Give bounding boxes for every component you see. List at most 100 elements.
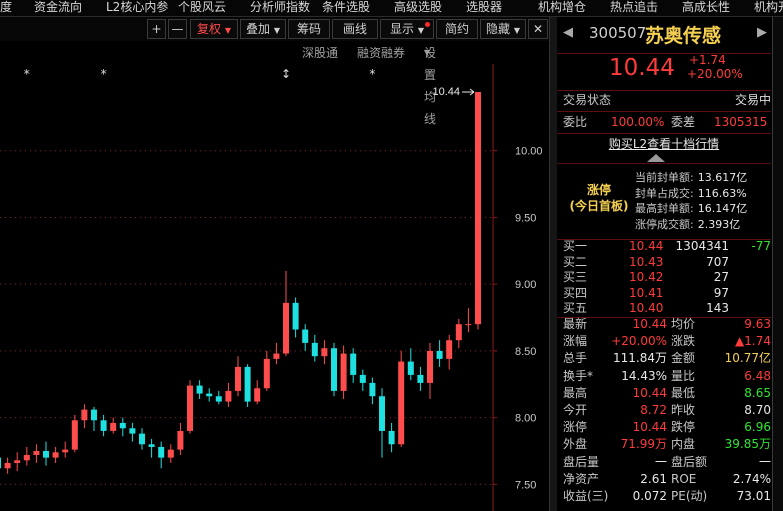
candle-body — [417, 374, 424, 383]
candle-body — [292, 302, 299, 330]
quote-value: 2.74% — [732, 471, 771, 486]
candle-body — [436, 350, 443, 359]
candle-body — [52, 452, 59, 458]
candle-body — [446, 340, 453, 359]
stock-name: 苏奥传感 — [645, 25, 722, 47]
quote-value: 111.84万 — [613, 351, 667, 366]
limit-info-line: 当前封单额: 13.617亿 — [635, 170, 747, 186]
quote-row: 收益(三) 0.072 PE(动) 73.01 — [557, 488, 771, 505]
bid-label: 买一 — [563, 239, 588, 253]
quote-label: 换手* — [563, 368, 594, 383]
menu-item-2[interactable]: L2核心内参 — [106, 0, 168, 15]
quote-value: 9.63 — [744, 317, 771, 331]
quote-value: 71.99万 — [620, 437, 667, 452]
candle-body — [340, 353, 347, 391]
quote-label: 量比 — [671, 368, 696, 383]
quote-value: 一 — [758, 454, 771, 469]
quote-label: 涨幅 — [563, 334, 588, 349]
bid-price: 10.44 — [629, 239, 664, 253]
menu-item-9[interactable]: 热点追击 — [610, 0, 658, 15]
menu-item-10[interactable]: 高成长性 — [682, 0, 730, 15]
weibi-row: 委比 100.00% 委差 1305315 — [557, 112, 771, 132]
candle-body — [196, 385, 203, 394]
notification-dot-icon — [425, 22, 430, 27]
bid-label: 买五 — [563, 301, 588, 315]
candle-body — [475, 92, 481, 325]
quote-value: 10.44 — [632, 317, 667, 331]
menu-item-11[interactable]: 机构开 — [754, 0, 783, 15]
candle-body — [302, 329, 309, 343]
limit-info-line: 涨停成交额: 2.393亿 — [635, 217, 747, 233]
candle-body — [148, 444, 155, 447]
menu-item-8[interactable]: 机构增仓 — [538, 0, 586, 15]
chips-button[interactable]: 筹码 — [288, 19, 330, 39]
candle-body — [33, 450, 40, 455]
quote-value: +20.00% — [611, 334, 667, 349]
fuquan-button[interactable]: 复权 ▼ — [190, 19, 238, 39]
chevron-down-icon: ▼ — [224, 26, 231, 35]
quote-label: 今开 — [563, 403, 588, 417]
menu-item-6[interactable]: 高级选股 — [394, 0, 442, 15]
overlay-button[interactable]: 叠加 ▼ — [240, 19, 286, 39]
bid-row[interactable]: 买四 10.41 97 — [557, 285, 771, 301]
weibi-value: 100.00% — [611, 115, 665, 129]
side-panel-edge — [772, 17, 783, 511]
candle-body — [110, 422, 117, 431]
candle-body — [455, 324, 462, 341]
quote-value: 8.65 — [744, 385, 771, 400]
menu-item-4[interactable]: 分析师指数 — [250, 0, 310, 15]
chart-subbar: 深股通 融资融券 设置均线 ▼ — [0, 42, 552, 126]
draw-line-button[interactable]: 画线 — [332, 19, 378, 39]
l2-promo-text[interactable]: 购买L2查看十档行情 — [609, 137, 719, 151]
limit-info-label: 涨停成交额: — [635, 217, 694, 231]
hide-button[interactable]: 隐藏 ▼ — [480, 19, 526, 39]
quote-row: 盘后量一盘后额一 — [557, 454, 771, 471]
quote-row: 最高 10.44 最低 8.65 — [557, 385, 771, 402]
bid-row[interactable]: 买二 10.43 707 — [557, 254, 771, 270]
candle-body — [244, 366, 251, 402]
prev-stock-icon[interactable]: ◀ — [563, 25, 573, 40]
quote-label: 涨跌 — [671, 334, 696, 349]
candle-body — [187, 385, 193, 431]
quote-panel: ◀ 300507 苏奥传感 ▶ 10.44 +1.74 +20.00% 交易状态… — [557, 17, 783, 511]
margin-trading-link[interactable]: 融资融券 — [357, 42, 405, 64]
candle-body — [4, 462, 11, 469]
menu-item-1[interactable]: 资金流向 — [34, 0, 82, 15]
close-icon[interactable]: ✕ — [528, 19, 548, 39]
candle-body — [206, 393, 213, 397]
collapse-arrow-icon[interactable] — [647, 154, 665, 162]
bid-row[interactable]: 买五 10.40 143 — [557, 300, 771, 316]
menu-item-5[interactable]: 条件选股 — [322, 0, 370, 15]
weibi-label: 委比 — [563, 115, 588, 129]
quote-value: 10.77亿 — [724, 351, 771, 366]
candlestick-chart[interactable]: 10.00 9.50 9.00 8.50 8.00 7.50 * * ↕ * 10.44 — [0, 64, 552, 511]
zoom-in-button[interactable]: + — [147, 19, 166, 39]
next-stock-icon[interactable]: ▶ — [757, 25, 767, 40]
bid-vol: 707 — [706, 254, 729, 269]
menu-item-0[interactable]: 度 — [0, 0, 12, 15]
limit-info-line: 最高封单额: 16.147亿 — [635, 201, 747, 217]
hk-connect-link[interactable]: 深股通 — [302, 42, 338, 64]
price-tick-label: 8.50 — [515, 346, 536, 358]
weicha-label: 委差 — [671, 115, 696, 129]
quote-label: 涨停 — [563, 420, 588, 435]
candle-body — [350, 353, 357, 375]
candle-body — [129, 428, 136, 434]
zoom-out-button[interactable]: — — [168, 19, 187, 39]
quote-label: 收益(三) — [563, 489, 609, 503]
quote-value: 一 — [654, 454, 667, 469]
bid-row[interactable]: 买三 10.42 27 — [557, 269, 771, 285]
menu-item-3[interactable]: 个股风云 — [178, 0, 226, 15]
quote-row: 今开 8.72 昨收 8.70 — [557, 402, 771, 419]
l2-promo-link[interactable]: 购买L2查看十档行情 — [557, 134, 771, 154]
bid-chg: -77 — [751, 239, 771, 253]
quote-row: 涨幅 +20.00% 涨跌 ▲1.74 — [557, 333, 771, 350]
display-button[interactable]: 显示 ▼ — [380, 19, 434, 39]
chevron-down-icon: ▼ — [417, 26, 424, 35]
quote-label: 最低 — [671, 385, 696, 400]
bid-row[interactable]: 买一 10.44 1304341 -77 — [557, 238, 771, 254]
candle-body — [359, 374, 366, 383]
simple-button[interactable]: 简约 — [436, 19, 478, 39]
price-block: 10.44 +1.74 +20.00% — [557, 53, 771, 92]
menu-item-7[interactable]: 选股器 — [466, 0, 502, 15]
